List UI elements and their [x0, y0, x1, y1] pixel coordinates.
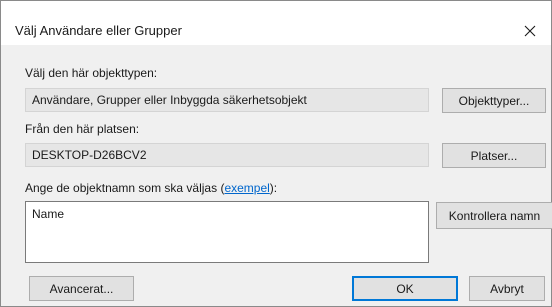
location-label: Från den här platsen: [25, 122, 140, 136]
locations-button[interactable]: Platser... [442, 143, 546, 168]
examples-link[interactable]: exempel [224, 181, 269, 195]
check-names-button[interactable]: Kontrollera namn [436, 202, 552, 229]
object-names-label-suffix: ): [269, 181, 278, 195]
object-names-label: Ange de objektnamn som ska väljas (exemp… [25, 181, 277, 195]
object-type-label: Välj den här objekttypen: [25, 66, 158, 80]
title-bar: Välj Användare eller Grupper [1, 1, 551, 45]
cancel-button[interactable]: Avbryt [469, 276, 545, 301]
ok-button[interactable]: OK [352, 276, 458, 301]
location-field: DESKTOP-D26BCV2 [25, 143, 429, 167]
object-names-input[interactable]: Name [25, 201, 429, 263]
object-type-field: Användare, Grupper eller Inbyggda säkerh… [25, 88, 429, 112]
select-users-groups-dialog: Välj Användare eller Grupper Välj den hä… [0, 0, 552, 307]
object-types-button[interactable]: Objekttyper... [442, 88, 546, 113]
close-icon [524, 25, 536, 37]
close-button[interactable] [515, 18, 545, 44]
object-names-label-prefix: Ange de objektnamn som ska väljas ( [25, 181, 225, 195]
advanced-button[interactable]: Avancerat... [29, 276, 134, 301]
dialog-title: Välj Användare eller Grupper [15, 23, 182, 38]
